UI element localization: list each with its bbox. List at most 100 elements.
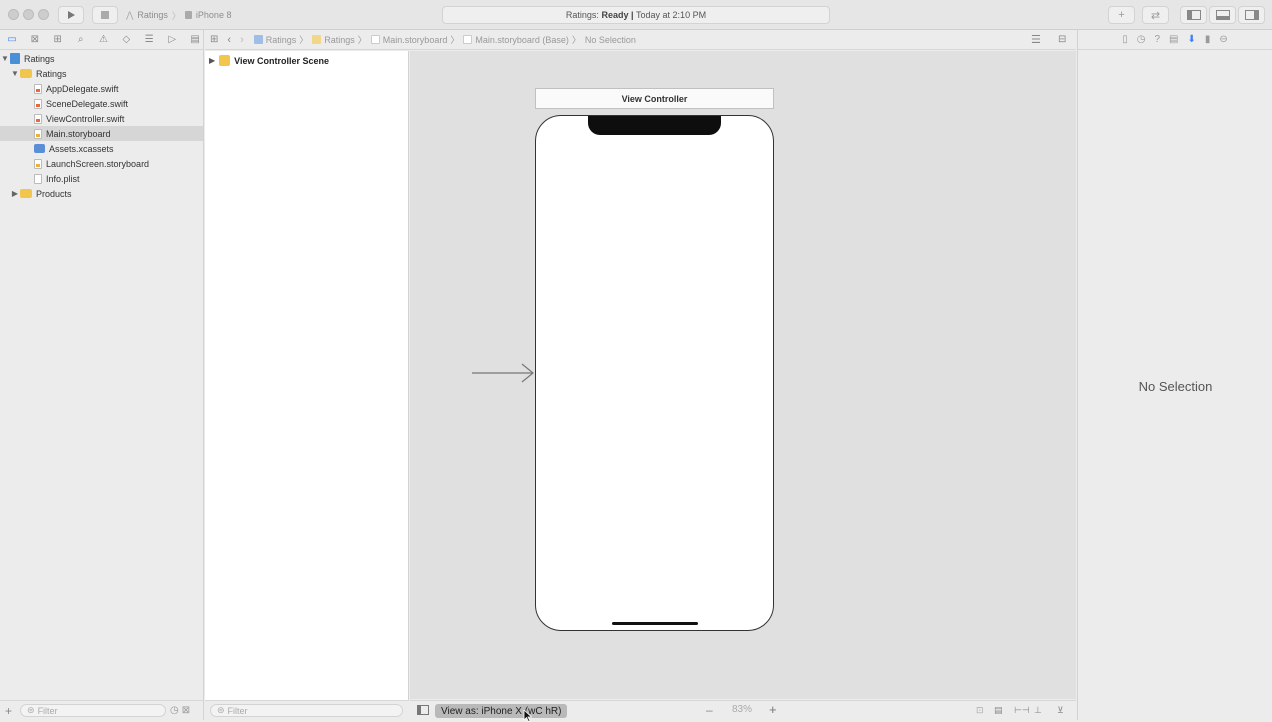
tree-item-file[interactable]: LaunchScreen.storyboard	[0, 156, 203, 171]
folder-icon[interactable]: ▭	[4, 34, 20, 45]
storyboard-file-icon	[34, 158, 42, 169]
app-scheme-icon: ⋀	[126, 9, 134, 20]
tree-item-file[interactable]: Assets.xcassets	[0, 141, 203, 156]
close-window-button[interactable]	[8, 9, 19, 20]
device-notch	[588, 116, 721, 135]
activity-status: Ready	[601, 10, 629, 20]
disclosure-expanded-icon[interactable]: ▼	[0, 54, 10, 63]
disclosure-collapsed-icon[interactable]: ▶	[209, 56, 215, 65]
add-editor-icon[interactable]: ⊟	[1058, 34, 1066, 45]
activity-prefix: Ratings:	[565, 10, 599, 20]
initial-entry-arrow-icon[interactable]	[472, 361, 536, 385]
navigator-filter-bar: + ⊜ Filter ◷ ⊠	[0, 700, 203, 720]
jump-bar: ⊞ ‹ › Ratings 〉 Ratings 〉 Main.storyboar…	[205, 30, 1076, 50]
stop-button[interactable]	[92, 6, 118, 24]
embed-in-icon[interactable]: ▤	[994, 705, 1003, 716]
breadcrumb-localization[interactable]: Main.storyboard (Base) 〉	[463, 33, 581, 46]
tree-item-label: LaunchScreen.storyboard	[46, 158, 150, 169]
library-button[interactable]: +	[1108, 6, 1135, 24]
zoom-level: 83%	[732, 704, 753, 715]
add-icon[interactable]: +	[5, 704, 12, 718]
back-icon[interactable]: ‹	[227, 34, 231, 46]
toggle-navigator-button[interactable]	[1180, 6, 1207, 24]
outline-filter-bar: ⊜ Filter	[205, 700, 409, 720]
view-as-label: View as: iPhone X	[441, 705, 522, 717]
breadcrumb-selection[interactable]: No Selection	[585, 35, 636, 45]
view-as-device-button[interactable]: View as: iPhone X (wC hR)	[435, 704, 568, 718]
breadcrumb-label: Ratings	[324, 34, 355, 45]
help-icon[interactable]: ?	[1154, 34, 1160, 45]
tree-item-label: Products	[36, 188, 72, 199]
zoom-in-icon[interactable]: +	[769, 702, 777, 717]
tree-item-file[interactable]: AppDelegate.swift	[0, 81, 203, 96]
symbol-icon[interactable]: ⊞	[50, 34, 66, 45]
report-icon[interactable]: ▤	[187, 34, 203, 45]
tree-item-file[interactable]: ViewController.swift	[0, 111, 203, 126]
disclosure-expanded-icon[interactable]: ▼	[10, 69, 20, 78]
tree-item-label: AppDelegate.swift	[46, 83, 119, 94]
asset-catalog-icon	[34, 144, 45, 153]
breadcrumb-file[interactable]: Main.storyboard 〉	[370, 33, 459, 46]
swift-file-icon	[34, 113, 42, 124]
forward-icon[interactable]: ›	[240, 34, 244, 46]
recent-files-icon[interactable]: ◷	[170, 705, 179, 716]
no-selection-label: No Selection	[1138, 379, 1213, 394]
debug-icon[interactable]: ☰	[141, 34, 157, 45]
outline-item-scene[interactable]: ▶ View Controller Scene	[209, 55, 329, 66]
minimize-window-button[interactable]	[23, 9, 34, 20]
related-items-icon[interactable]: ⊞	[210, 34, 218, 45]
tree-item-label: Assets.xcassets	[49, 143, 114, 154]
tree-item-file-selected[interactable]: Main.storyboard	[0, 126, 203, 141]
file-icon[interactable]: ▯	[1122, 34, 1128, 45]
breakpoint-icon[interactable]: ▷	[164, 34, 180, 45]
navigator-filter-input[interactable]: ⊜ Filter	[20, 704, 167, 717]
add-constraints-icon[interactable]: ⊥	[1034, 705, 1042, 716]
attributes-icon[interactable]: ⬇	[1187, 34, 1195, 45]
disclosure-collapsed-icon[interactable]: ▶	[10, 189, 20, 198]
code-review-button[interactable]: ⇄	[1142, 6, 1169, 24]
tree-item-file[interactable]: SceneDelegate.swift	[0, 96, 203, 111]
tree-item-group[interactable]: ▼ Ratings	[0, 66, 203, 81]
connections-icon[interactable]: ⊖	[1219, 34, 1227, 45]
activity-view: Ratings: Ready | Today at 2:10 PM	[442, 6, 830, 24]
issue-icon[interactable]: ⚠	[96, 34, 112, 45]
scheme-target: Ratings	[137, 10, 168, 20]
tree-item-label: ViewController.swift	[46, 113, 125, 124]
breadcrumb-label: No Selection	[584, 34, 636, 45]
run-button[interactable]	[58, 6, 84, 24]
scheme-selector[interactable]: ⋀ Ratings 〉 iPhone 8	[126, 6, 231, 24]
storyboard-canvas[interactable]: View Controller	[410, 51, 1076, 699]
adjust-editor-icon[interactable]: ☰	[1031, 33, 1041, 46]
zoom-window-button[interactable]	[38, 9, 49, 20]
filter-icon: ⊜	[217, 705, 225, 715]
source-control-icon[interactable]: ⊠	[27, 34, 43, 45]
find-icon[interactable]: ⌕	[73, 34, 89, 45]
tree-item-label: Info.plist	[46, 173, 80, 184]
breadcrumb-group[interactable]: Ratings 〉	[312, 33, 367, 46]
source-control-filter-icon[interactable]: ⊠	[182, 705, 190, 716]
tree-item-project[interactable]: ▼ Ratings	[0, 51, 203, 66]
tree-item-group[interactable]: ▶ Products	[0, 186, 203, 201]
history-icon[interactable]: ◷	[1137, 34, 1146, 45]
size-icon[interactable]: ▮	[1205, 34, 1211, 45]
stop-icon	[101, 11, 109, 19]
identity-icon[interactable]: ▤	[1169, 34, 1178, 45]
view-controller-frame[interactable]	[535, 115, 774, 631]
scene-dock-title[interactable]: View Controller	[535, 88, 774, 109]
chevron-right-icon: 〉	[171, 10, 181, 21]
align-icon[interactable]: ⊢⊣	[1014, 705, 1030, 716]
review-arrows-icon: ⇄	[1150, 9, 1161, 22]
breadcrumb-project[interactable]: Ratings 〉	[253, 33, 308, 46]
toggle-debug-area-button[interactable]	[1209, 6, 1236, 24]
zoom-out-icon[interactable]: –	[706, 703, 713, 717]
left-panel-icon	[1186, 10, 1201, 20]
resolve-issues-icon[interactable]: ⊻	[1057, 705, 1064, 716]
outline-filter-input[interactable]: ⊜ Filter	[210, 704, 403, 717]
activity-time: Today at 2:10 PM	[636, 10, 707, 20]
tree-item-file[interactable]: Info.plist	[0, 171, 203, 186]
mouse-cursor-icon	[523, 710, 532, 722]
toggle-outline-icon[interactable]	[417, 705, 429, 717]
test-icon[interactable]: ◇	[118, 34, 134, 45]
update-frames-icon[interactable]: ⊡	[976, 705, 984, 716]
toggle-inspector-button[interactable]	[1238, 6, 1265, 24]
